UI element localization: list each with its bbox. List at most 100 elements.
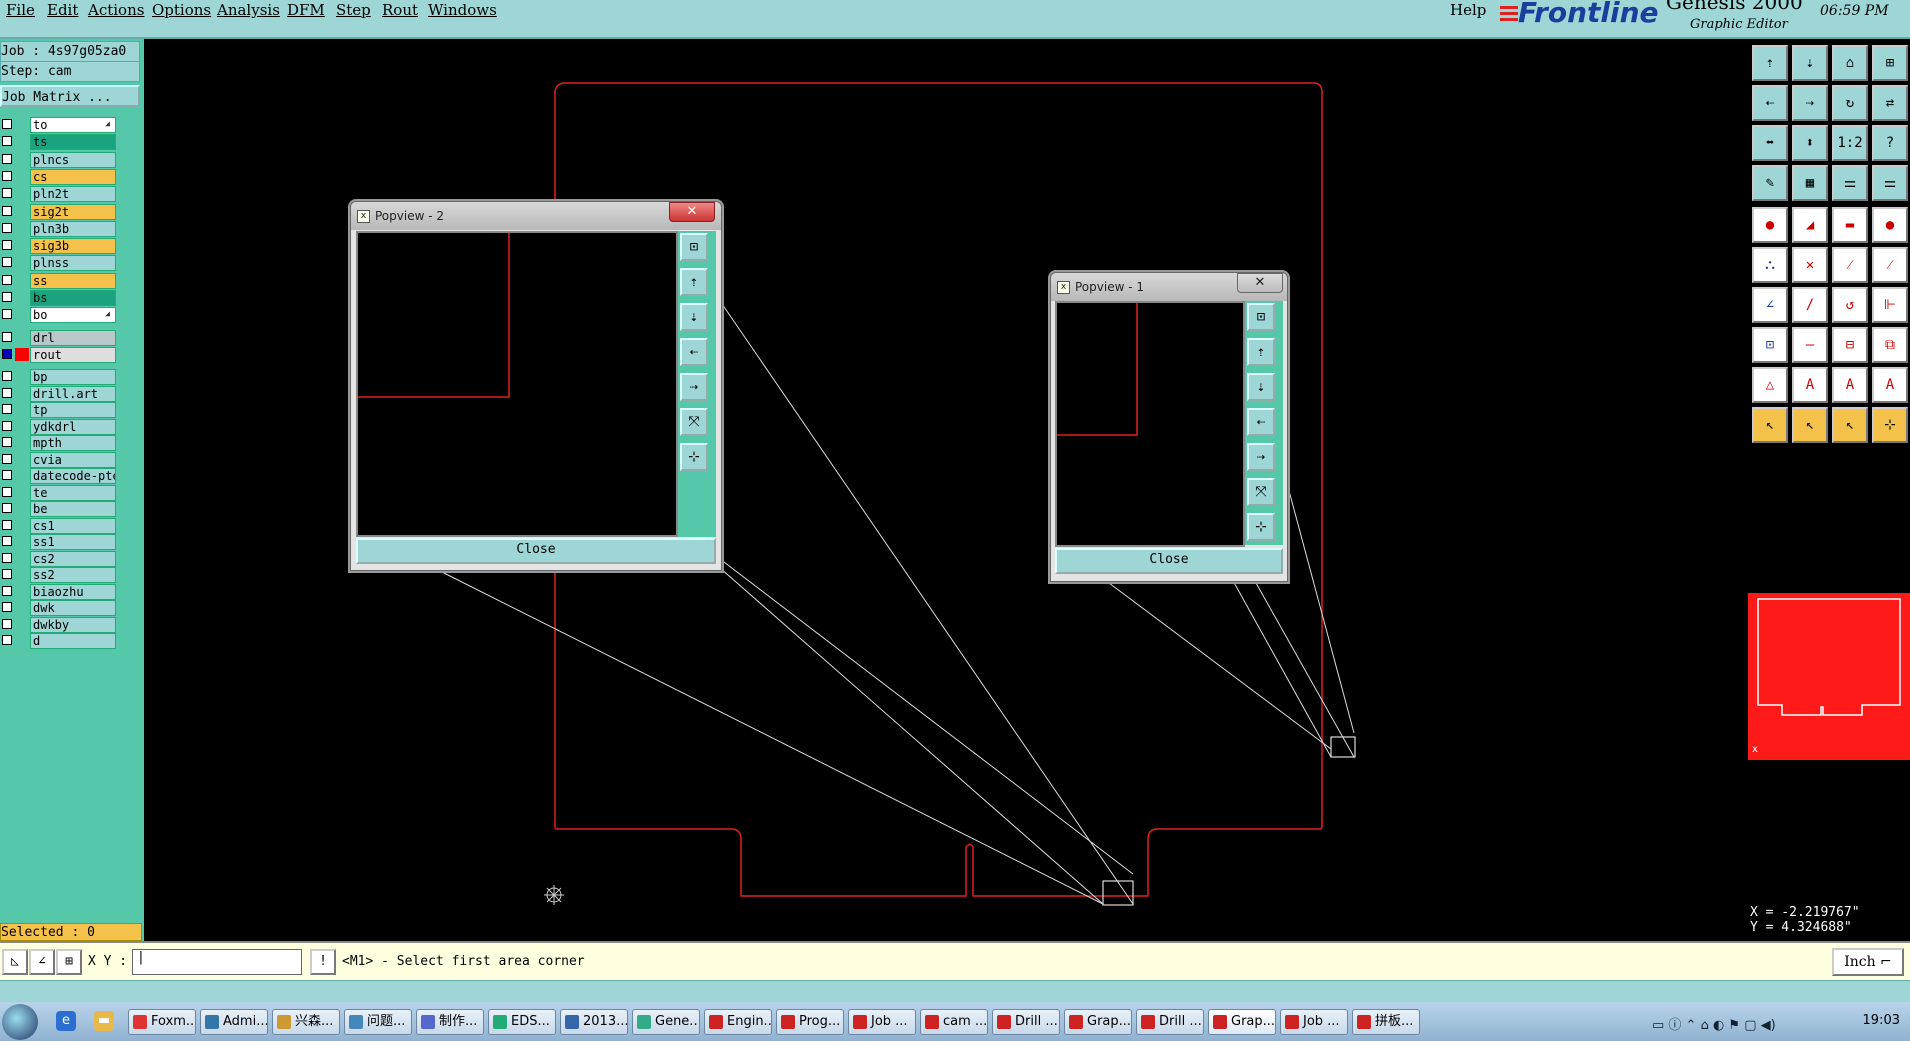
layer-name[interactable]: d	[30, 633, 116, 650]
layer-name[interactable]: cs1	[30, 517, 116, 534]
tool-button-icon[interactable]: ⇣	[1792, 45, 1828, 81]
taskbar-item[interactable]: Engin...	[704, 1009, 772, 1035]
layer-checkbox[interactable]	[2, 240, 12, 251]
start-button[interactable]	[2, 1004, 38, 1040]
layer-name[interactable]: biaozhu	[30, 583, 116, 600]
layer-work-indicator[interactable]	[15, 469, 29, 483]
layer-work-indicator[interactable]	[15, 584, 29, 598]
taskbar-item[interactable]: Admi...	[200, 1009, 268, 1035]
tool-button-icon[interactable]: ↺	[1832, 287, 1868, 323]
tool-button-icon[interactable]: ⊩	[1872, 287, 1908, 323]
tool-button-icon[interactable]: △	[1752, 367, 1788, 403]
layer-name[interactable]: sig3b	[30, 238, 116, 255]
job-matrix-button[interactable]: Job Matrix ...	[0, 85, 140, 107]
tool-button-icon[interactable]: ↖	[1792, 407, 1828, 443]
layer-row[interactable]: d	[0, 633, 118, 650]
layer-checkbox[interactable]	[2, 569, 12, 580]
layer-work-indicator[interactable]	[15, 330, 29, 344]
layer-work-indicator[interactable]	[15, 187, 29, 201]
layer-checkbox[interactable]	[2, 635, 12, 646]
layer-name[interactable]: drl	[30, 329, 116, 346]
tool-button-icon[interactable]: ↻	[1832, 85, 1868, 121]
taskbar-item[interactable]: 拼板...	[1352, 1009, 1420, 1035]
tool-button-icon[interactable]: ⌂	[1832, 45, 1868, 81]
popview-1-view[interactable]	[1055, 301, 1245, 547]
layer-row[interactable]: pln3b	[0, 220, 118, 237]
layer-checkbox[interactable]	[2, 420, 12, 431]
ie-icon[interactable]: e	[56, 1011, 76, 1031]
pan-right-icon[interactable]: ⇢	[680, 373, 708, 401]
taskbar-item[interactable]: 问题...	[344, 1009, 412, 1035]
taskbar-item[interactable]: EDS...	[488, 1009, 556, 1035]
layer-work-indicator[interactable]	[15, 634, 29, 648]
layer-work-indicator[interactable]	[15, 347, 29, 361]
tool-button-icon[interactable]: ⚌	[1832, 165, 1868, 201]
zoom-in-icon[interactable]: ⤧	[1247, 478, 1275, 506]
layer-work-indicator[interactable]	[15, 403, 29, 417]
layer-row[interactable]: sig2t	[0, 203, 118, 220]
layer-work-indicator[interactable]	[15, 568, 29, 582]
layer-name[interactable]: plnss	[30, 255, 116, 272]
taskbar-item[interactable]: cam ...	[920, 1009, 988, 1035]
measure-icon[interactable]: ∠	[29, 949, 55, 975]
layer-work-indicator[interactable]	[15, 386, 29, 400]
layer-row[interactable]: drl	[0, 329, 118, 346]
tool-button-icon[interactable]: —	[1792, 327, 1828, 363]
tool-button-icon[interactable]: ⇡	[1752, 45, 1788, 81]
layer-work-indicator[interactable]	[15, 452, 29, 466]
tool-button-icon[interactable]: A	[1832, 367, 1868, 403]
popview-2-close-button[interactable]: Close	[356, 538, 716, 564]
layer-row[interactable]: drill.art	[0, 385, 118, 402]
tool-button-icon[interactable]: ◢	[1792, 207, 1828, 243]
tool-button-icon[interactable]: ▦	[1792, 165, 1828, 201]
tool-button-icon[interactable]: ●	[1752, 207, 1788, 243]
pan-up-icon[interactable]: ⇡	[680, 268, 708, 296]
close-icon[interactable]: ✕	[669, 202, 715, 222]
layer-row[interactable]: to ◢	[0, 117, 118, 133]
layer-row[interactable]: cs	[0, 168, 118, 185]
layer-work-indicator[interactable]	[15, 436, 29, 450]
tool-button-icon[interactable]: ⚌	[1872, 165, 1908, 201]
tool-button-icon[interactable]: ∠	[1752, 287, 1788, 323]
tool-button-icon[interactable]: ⇄	[1872, 85, 1908, 121]
taskbar-item[interactable]: Grap...	[1064, 1009, 1132, 1035]
layer-work-indicator[interactable]	[15, 221, 29, 235]
layer-row[interactable]: cs2	[0, 550, 118, 567]
layer-checkbox[interactable]	[2, 222, 12, 233]
close-icon[interactable]: ✕	[1237, 273, 1283, 293]
taskbar-item[interactable]: 2013...	[560, 1009, 628, 1035]
taskbar-item[interactable]: Prog...	[776, 1009, 844, 1035]
tool-button-icon[interactable]: A	[1792, 367, 1828, 403]
menu-windows[interactable]: Windows	[428, 0, 497, 20]
layer-row[interactable]: ydkdrl	[0, 418, 118, 435]
layer-name[interactable]: ss	[30, 272, 116, 289]
pan-left-icon[interactable]: ⇠	[1247, 408, 1275, 436]
pan-down-icon[interactable]: ⇣	[680, 303, 708, 331]
menu-step[interactable]: Step	[336, 0, 371, 20]
layer-name[interactable]: rout	[30, 346, 116, 363]
layer-checkbox[interactable]	[2, 437, 12, 448]
layer-row[interactable]: tp	[0, 402, 118, 419]
layer-row[interactable]: pln2t	[0, 186, 118, 203]
taskbar-item[interactable]: Foxm...	[128, 1009, 196, 1035]
layer-work-indicator[interactable]	[15, 256, 29, 270]
tool-button-icon[interactable]: ↖	[1832, 407, 1868, 443]
popview-1-close-button[interactable]: Close	[1055, 548, 1283, 574]
tool-button-icon[interactable]: ⊟	[1832, 327, 1868, 363]
layer-name[interactable]: datecode-pte	[30, 468, 116, 485]
taskbar-item[interactable]: Drill ...	[1136, 1009, 1204, 1035]
layer-work-indicator[interactable]	[15, 291, 29, 304]
layer-row[interactable]: sig3b	[0, 238, 118, 255]
menu-edit[interactable]: Edit	[47, 0, 78, 20]
layer-row[interactable]: bs	[0, 290, 118, 306]
tool-button-icon[interactable]: ●	[1872, 207, 1908, 243]
tray-icons[interactable]: ▭ ⓘ ⌃ ⌂ ◐ ⚑ ▢ ◀)	[1652, 1014, 1776, 1033]
layer-checkbox[interactable]	[2, 519, 12, 530]
layer-checkbox[interactable]	[2, 274, 12, 285]
tool-button-icon[interactable]: ✕	[1792, 247, 1828, 283]
layer-name[interactable]: te	[30, 484, 116, 501]
layer-work-indicator[interactable]	[15, 273, 29, 287]
unit-selector[interactable]: Inch ⌐	[1832, 948, 1904, 976]
menu-file[interactable]: File	[6, 0, 35, 20]
layer-checkbox[interactable]	[2, 136, 12, 147]
